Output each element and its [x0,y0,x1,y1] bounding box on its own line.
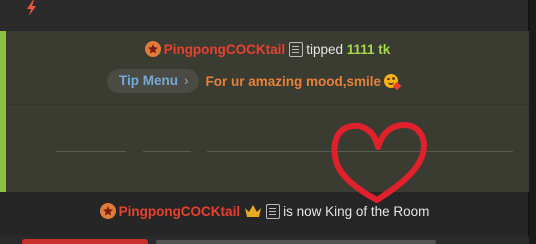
tip-action-text: tipped [306,41,343,57]
king-announcement: PingpongCOCKtail is now King of the Room [0,203,529,220]
tip-menu-button[interactable]: Tip Menu › [107,69,199,93]
tip-amount: 1111 tk [346,41,391,57]
tipper-username[interactable]: PingpongCOCKtail [164,42,286,57]
tip-menu-label: Tip Menu [119,73,178,88]
star-badge-icon [144,41,161,58]
separator-line-1 [56,151,126,152]
chat-top-strip [0,0,529,31]
king-username[interactable]: PingpongCOCKtail [119,204,241,219]
tip-line: PingpongCOCKtail tipped 1111 tk [6,41,529,58]
star-badge-icon [99,203,116,220]
partial-user-badge [22,239,148,244]
heart-drawing [331,122,427,203]
smiling-face-with-heart-emoji [384,74,402,91]
tip-menu-line: Tip Menu › For ur amazing mood,smile [107,69,402,93]
chat-scrollbar-track[interactable] [528,0,536,244]
tip-notification-panel: PingpongCOCKtail tipped 1111 tk Tip Menu ›… [0,31,529,192]
document-icon[interactable] [266,203,281,219]
crown-icon [245,205,262,218]
next-chat-message-partial [0,236,529,244]
partial-message-text [156,240,436,244]
separator-line-2 [143,151,191,152]
king-text: is now King of the Room [283,203,430,219]
lightning-bolt-icon [27,0,36,16]
chevron-right-icon: › [184,73,189,88]
panel-divider [6,104,529,105]
document-icon[interactable] [289,41,304,57]
tip-menu-message: For ur amazing mood,smile [205,73,382,89]
